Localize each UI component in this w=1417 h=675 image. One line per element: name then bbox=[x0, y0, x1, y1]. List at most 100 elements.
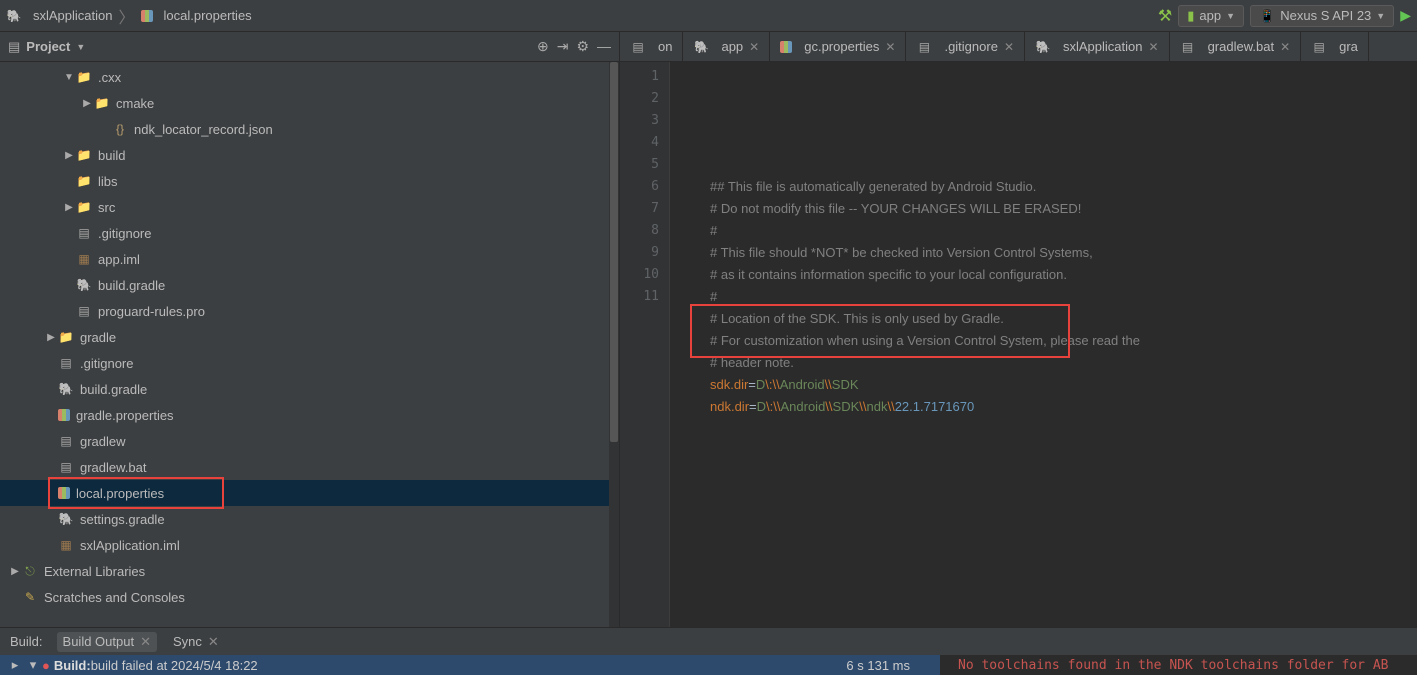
chevron-right-icon[interactable]: ▸ bbox=[6, 657, 24, 673]
editor-tab[interactable]: ▤.gitignore✕ bbox=[906, 32, 1025, 61]
line-number: 6 bbox=[620, 176, 659, 198]
code-editor[interactable]: 1234567891011 ## This file is automatica… bbox=[620, 62, 1417, 627]
build-status-bar: ▸ ▾ ● Build: build failed at 2024/5/4 18… bbox=[0, 655, 1417, 675]
tree-row[interactable]: ▶📁gradle bbox=[0, 324, 619, 350]
tree-item-label: app.iml bbox=[98, 252, 140, 267]
build-status-left[interactable]: ▸ ▾ ● Build: build failed at 2024/5/4 18… bbox=[0, 655, 940, 675]
tree-row[interactable]: local.properties bbox=[0, 480, 619, 506]
close-icon[interactable]: ✕ bbox=[1149, 40, 1159, 54]
close-icon[interactable]: ✕ bbox=[749, 40, 759, 54]
minimize-icon[interactable]: — bbox=[597, 38, 611, 55]
code-line: ndk.dir=D\:\\Android\\SDK\\ndk\\22.1.717… bbox=[710, 396, 1417, 418]
tree-row[interactable]: ▦sxlApplication.iml bbox=[0, 532, 619, 558]
folder-icon: 📁 bbox=[58, 329, 74, 345]
code-line: # This file should *NOT* be checked into… bbox=[710, 242, 1417, 264]
breadcrumb-item-project[interactable]: 🐘 sxlApplication bbox=[6, 8, 113, 24]
tree-row[interactable]: 🐘settings.gradle bbox=[0, 506, 619, 532]
editor-tab[interactable]: ▤gra bbox=[1301, 32, 1369, 61]
close-icon[interactable]: ✕ bbox=[1280, 40, 1290, 54]
collapse-icon[interactable]: ⇥ bbox=[557, 38, 569, 55]
gear-icon[interactable]: ⚙ bbox=[576, 38, 589, 55]
tree-row[interactable]: ▶📁build bbox=[0, 142, 619, 168]
chevron-right-icon[interactable]: ▶ bbox=[62, 150, 76, 161]
close-icon[interactable]: ✕ bbox=[208, 634, 219, 650]
iml-icon: ▦ bbox=[58, 537, 74, 553]
close-icon[interactable]: ✕ bbox=[140, 634, 151, 650]
file-icon: ▤ bbox=[58, 459, 74, 475]
tree-row[interactable]: ✎Scratches and Consoles bbox=[0, 584, 619, 610]
tree-row[interactable]: ▶📁src bbox=[0, 194, 619, 220]
folder-icon: 📁 bbox=[76, 199, 92, 215]
build-tab[interactable]: Build Output✕ bbox=[57, 632, 157, 652]
line-number: 4 bbox=[620, 132, 659, 154]
iml-icon: ▦ bbox=[76, 251, 92, 267]
toolbar-right: ⚒ ▮ app ▼ 📱 Nexus S API 23 ▼ ▶ bbox=[1158, 5, 1411, 27]
editor-tab[interactable]: 🐘sxlApplication✕ bbox=[1025, 32, 1170, 61]
editor-tab[interactable]: gc.properties ✕ bbox=[770, 32, 906, 61]
tree-item-label: build.gradle bbox=[98, 278, 165, 293]
device-label: Nexus S API 23 bbox=[1280, 8, 1371, 23]
build-icon[interactable]: ⚒ bbox=[1158, 6, 1172, 26]
breadcrumb-item-file[interactable]: local.properties bbox=[141, 8, 252, 23]
tree-row[interactable]: ▤ gradlew.bat bbox=[0, 454, 619, 480]
scrollbar-thumb[interactable] bbox=[610, 62, 618, 442]
close-icon[interactable]: ✕ bbox=[1004, 40, 1014, 54]
line-number: 1 bbox=[620, 66, 659, 88]
main-split: ▤ Project ▼ ⊕ ⇥ ⚙ — ▼📁.cxx▶📁cmake{}ndk_l… bbox=[0, 32, 1417, 627]
device-icon: 📱 bbox=[1259, 8, 1275, 24]
tree-row[interactable]: 🐘build.gradle bbox=[0, 376, 619, 402]
code-line: # Location of the SDK. This is only used… bbox=[710, 308, 1417, 330]
tab-label: gc.properties bbox=[804, 39, 879, 54]
chevron-down-icon[interactable]: ▼ bbox=[76, 42, 85, 52]
chevron-right-icon[interactable]: ▶ bbox=[80, 98, 94, 109]
breadcrumb-text: local.properties bbox=[164, 8, 252, 23]
tree-row[interactable]: ▶📁cmake bbox=[0, 90, 619, 116]
lib-icon: ⎋ bbox=[22, 563, 38, 579]
editor-area: ▤on🐘app✕gc.properties✕▤.gitignore✕🐘sxlAp… bbox=[620, 32, 1417, 627]
file-icon: ▤ bbox=[916, 39, 932, 55]
tree-row[interactable]: 🐘build.gradle bbox=[0, 272, 619, 298]
tree-row[interactable]: gradle.properties bbox=[0, 402, 619, 428]
tree-row[interactable]: ▤.gitignore bbox=[0, 350, 619, 376]
chevron-right-icon[interactable]: ▶ bbox=[8, 566, 22, 577]
scratch-icon: ✎ bbox=[22, 589, 38, 605]
line-number: 11 bbox=[620, 286, 659, 308]
build-tab[interactable]: Sync✕ bbox=[167, 632, 225, 652]
locate-icon[interactable]: ⊕ bbox=[537, 38, 549, 55]
editor-tab[interactable]: ▤on bbox=[620, 32, 683, 61]
project-pane-header: ▤ Project ▼ ⊕ ⇥ ⚙ — bbox=[0, 32, 619, 62]
tree-item-label: gradlew.bat bbox=[80, 460, 147, 475]
tree-row[interactable]: ▤.gitignore bbox=[0, 220, 619, 246]
tree-row[interactable]: ▤gradlew bbox=[0, 428, 619, 454]
tree-item-label: gradlew bbox=[80, 434, 126, 449]
project-pane-tools: ⊕ ⇥ ⚙ — bbox=[537, 38, 611, 55]
tree-item-label: libs bbox=[98, 174, 118, 189]
tree-item-label: .cxx bbox=[98, 70, 121, 85]
device-select[interactable]: 📱 Nexus S API 23 ▼ bbox=[1250, 5, 1394, 27]
editor-tab[interactable]: 🐘app✕ bbox=[683, 32, 770, 61]
editor-tab[interactable]: ▤gradlew.bat✕ bbox=[1170, 32, 1302, 61]
properties-icon bbox=[141, 10, 153, 22]
breadcrumb-text: sxlApplication bbox=[33, 8, 113, 23]
tree-scrollbar[interactable] bbox=[609, 62, 619, 627]
tree-row[interactable]: ▶⎋External Libraries bbox=[0, 558, 619, 584]
tree-row[interactable]: ▤proguard-rules.pro bbox=[0, 298, 619, 324]
close-icon[interactable]: ✕ bbox=[885, 40, 895, 54]
line-gutter: 1234567891011 bbox=[620, 62, 670, 627]
line-number: 3 bbox=[620, 110, 659, 132]
tree-row[interactable]: ▦ app.iml bbox=[0, 246, 619, 272]
tree-item-label: local.properties bbox=[76, 486, 164, 501]
error-icon: ● bbox=[42, 658, 50, 673]
tree-row[interactable]: 📁libs bbox=[0, 168, 619, 194]
project-tree[interactable]: ▼📁.cxx▶📁cmake{}ndk_locator_record.json▶📁… bbox=[0, 62, 619, 627]
tree-row[interactable]: {}ndk_locator_record.json bbox=[0, 116, 619, 142]
chevron-down-icon[interactable]: ▾ bbox=[24, 657, 42, 673]
tree-row[interactable]: ▼📁.cxx bbox=[0, 64, 619, 90]
chevron-right-icon[interactable]: ▶ bbox=[44, 332, 58, 343]
run-config-select[interactable]: ▮ app ▼ bbox=[1178, 5, 1244, 27]
run-icon[interactable]: ▶ bbox=[1400, 7, 1411, 24]
gradle-icon: 🐘 bbox=[58, 511, 74, 527]
chevron-right-icon[interactable]: ▶ bbox=[62, 202, 76, 213]
tree-item-label: ndk_locator_record.json bbox=[134, 122, 273, 137]
chevron-down-icon[interactable]: ▼ bbox=[62, 72, 76, 83]
